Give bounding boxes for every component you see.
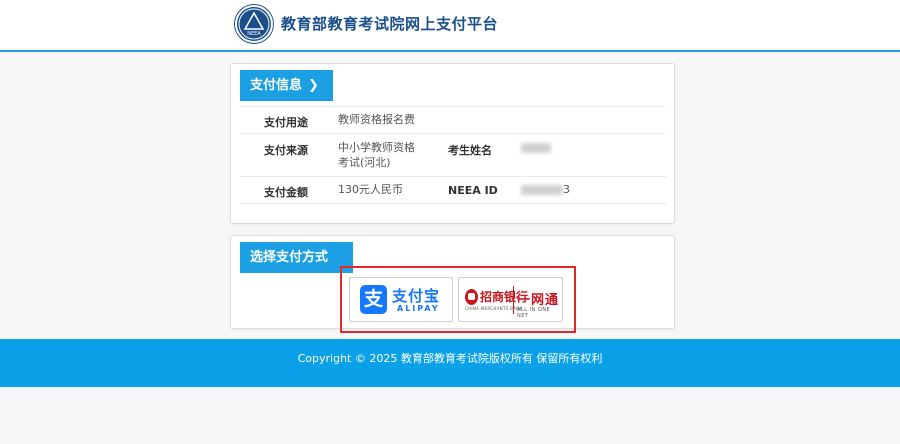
purpose-value: 教师资格报名费: [338, 113, 415, 126]
cmb-net-name-en: ALL IN ONE NET: [517, 307, 551, 319]
alipay-button[interactable]: 支 支付宝 ALIPAY: [349, 277, 453, 322]
amount-label: 支付金额: [264, 186, 308, 199]
copyright-text: Copyright © 2025 教育部教育考试院版权所有 保留所有权利: [297, 352, 603, 365]
neea-emblem-icon: NEEA: [238, 8, 270, 40]
neea-id-suffix: 3: [563, 183, 570, 196]
divider: [240, 106, 666, 107]
logo-text: NEEA: [247, 31, 261, 37]
divider: [240, 176, 666, 177]
payment-info-title-text: 支付信息: [250, 78, 303, 93]
neea-logo-icon: NEEA: [235, 5, 273, 43]
alipay-name-en: ALIPAY: [397, 304, 440, 313]
chevron-right-icon: ❯: [308, 78, 319, 93]
page-header: NEEA 教育部教育考试院网上支付平台: [0, 0, 900, 52]
name-label: 考生姓名: [448, 144, 492, 157]
cmb-button[interactable]: 招商银行 CHINA MERCHANTS BANK 一网通 ALL IN ONE…: [458, 277, 563, 322]
site-title: 教育部教育考试院网上支付平台: [281, 15, 499, 33]
alipay-logo-icon: 支: [360, 285, 387, 314]
payment-method-title-text: 选择支付方式: [250, 250, 329, 265]
source-label: 支付来源: [264, 144, 308, 157]
name-value-redacted: [521, 143, 551, 153]
divider: [240, 133, 666, 134]
cmb-net-name: 一网通: [517, 293, 560, 308]
payment-method-title: 选择支付方式 ❯: [240, 242, 353, 296]
alipay-name: 支付宝: [392, 287, 441, 305]
payment-info-title: 支付信息 ❯: [240, 70, 333, 101]
source-value-line1: 中小学教师资格: [338, 141, 415, 154]
amount-value: 130元人民币: [338, 183, 403, 196]
chevron-right-icon: ❯: [256, 281, 267, 296]
purpose-label: 支付用途: [264, 116, 308, 129]
page-footer: Copyright © 2025 教育部教育考试院版权所有 保留所有权利: [0, 339, 900, 387]
cmb-divider: [513, 286, 514, 314]
neea-id-label: NEEA ID: [448, 184, 498, 197]
neea-id-redacted: [521, 185, 563, 195]
source-value-line2: 考试(河北): [338, 156, 391, 169]
divider: [240, 203, 666, 204]
cmb-logo-icon: [465, 289, 478, 305]
